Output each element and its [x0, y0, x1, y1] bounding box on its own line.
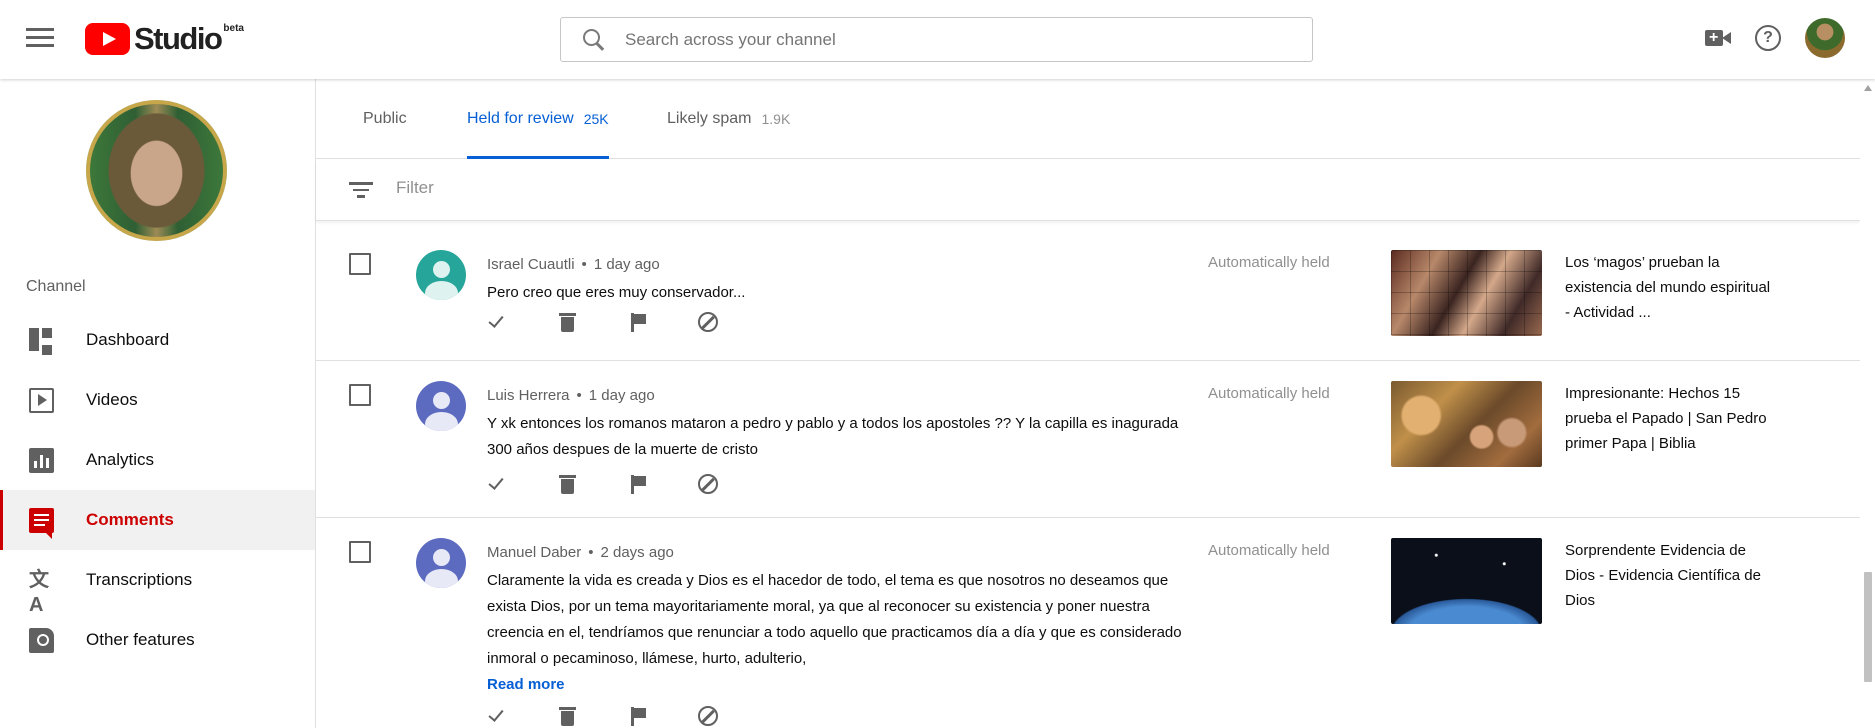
- comment-checkbox[interactable]: [349, 253, 371, 275]
- sidebar-nav: Dashboard Videos Analytics Comments 文A T…: [0, 310, 315, 670]
- read-more-link[interactable]: Read more: [487, 676, 565, 693]
- flag-icon[interactable]: [627, 311, 649, 333]
- sidebar-item-label: Comments: [86, 510, 174, 529]
- sidebar-item-comments[interactable]: Comments: [0, 490, 315, 550]
- sidebar: Channel Dashboard Videos Analytics Comme…: [0, 79, 316, 728]
- beta-badge: beta: [223, 22, 244, 34]
- video-thumbnail[interactable]: [1391, 538, 1542, 624]
- youtube-logo-icon: [85, 23, 130, 55]
- video-title[interactable]: Sorprendente Evidencia de Dios - Evidenc…: [1565, 538, 1775, 613]
- comment-meta: Luis Herrera • 1 day ago: [487, 387, 655, 404]
- comment-meta: Manuel Daber • 2 days ago: [487, 544, 674, 561]
- avatar: [416, 538, 466, 588]
- comment-meta: Israel Cuautli • 1 day ago: [487, 256, 660, 273]
- comment-text: Y xk entonces los romanos mataron a pedr…: [487, 415, 1179, 458]
- comment-author[interactable]: Manuel Daber: [487, 544, 581, 561]
- create-video-icon[interactable]: +: [1705, 29, 1731, 47]
- sidebar-item-transcriptions[interactable]: 文A Transcriptions: [0, 550, 315, 616]
- tab-label: Likely spam: [667, 110, 752, 127]
- sidebar-item-label: Videos: [86, 390, 138, 409]
- block-icon[interactable]: [697, 473, 719, 495]
- tab-count: 25K: [583, 111, 609, 127]
- flag-icon[interactable]: [627, 473, 649, 495]
- search-icon: [583, 28, 605, 51]
- delete-icon[interactable]: [557, 705, 579, 727]
- sidebar-item-dashboard[interactable]: Dashboard: [0, 310, 315, 370]
- channel-avatar[interactable]: [86, 100, 227, 241]
- tab-likely-spam[interactable]: Likely spam 1.9K: [667, 79, 790, 159]
- avatar: [416, 250, 466, 300]
- comment-author[interactable]: Israel Cuautli: [487, 256, 575, 273]
- video-thumbnail[interactable]: [1391, 381, 1542, 467]
- comment-time[interactable]: 1 day ago: [589, 387, 655, 404]
- tab-held-for-review[interactable]: Held for review 25K: [467, 79, 609, 159]
- dashboard-icon: [29, 327, 54, 355]
- comment-text: Claramente la vida es creada y Dios es e…: [487, 572, 1182, 667]
- comment-tabs: Public Held for review 25K Likely spam 1…: [316, 79, 1860, 159]
- comment-row: Manuel Daber • 2 days ago Claramente la vi…: [316, 518, 1860, 728]
- sidebar-item-analytics[interactable]: Analytics: [0, 430, 315, 490]
- sidebar-item-label: Other features: [86, 630, 195, 649]
- sidebar-item-label: Analytics: [86, 450, 155, 469]
- tab-label: Public: [363, 110, 407, 127]
- search-input[interactable]: [625, 29, 1265, 50]
- video-title[interactable]: Impresionante: Hechos 15 prueba el Papad…: [1565, 381, 1775, 456]
- comment-status: Automatically held: [1208, 385, 1330, 402]
- scroll-up-icon[interactable]: [1864, 85, 1872, 91]
- scrollbar[interactable]: [1860, 79, 1875, 728]
- filter-bar: [316, 160, 1860, 221]
- channel-section-label: Channel: [26, 278, 86, 295]
- videos-icon: [29, 387, 54, 413]
- filter-input[interactable]: [396, 178, 996, 198]
- comment-checkbox[interactable]: [349, 384, 371, 406]
- comment-row: Luis Herrera • 1 day ago Y xk entonces los…: [316, 361, 1860, 518]
- flag-icon[interactable]: [627, 705, 649, 727]
- search-box[interactable]: [560, 17, 1313, 62]
- comment-actions: [487, 705, 767, 727]
- video-title[interactable]: Los ‘magos’ prueban la existencia del mu…: [1565, 250, 1775, 325]
- approve-icon[interactable]: [487, 473, 509, 495]
- comment-status: Automatically held: [1208, 542, 1330, 559]
- comment-checkbox[interactable]: [349, 541, 371, 563]
- help-icon[interactable]: ?: [1755, 25, 1781, 51]
- block-icon[interactable]: [697, 311, 719, 333]
- analytics-icon: [29, 447, 54, 473]
- comment-actions: [487, 311, 767, 333]
- comments-icon: [29, 507, 54, 539]
- delete-icon[interactable]: [557, 473, 579, 495]
- scroll-thumb[interactable]: [1864, 572, 1872, 682]
- video-thumbnail[interactable]: [1391, 250, 1542, 336]
- tab-count: 1.9K: [761, 111, 791, 127]
- comment-text: Pero creo que eres muy conservador...: [487, 284, 746, 301]
- avatar: [416, 381, 466, 431]
- block-icon[interactable]: [697, 705, 719, 727]
- studio-logo[interactable]: Studio beta: [85, 21, 244, 56]
- comment-row: Israel Cuautli • 1 day ago Pero creo que e…: [316, 230, 1860, 361]
- comment-time[interactable]: 1 day ago: [594, 256, 660, 273]
- transcriptions-icon: 文A: [29, 568, 49, 616]
- account-avatar[interactable]: [1805, 18, 1845, 58]
- top-bar: Studio beta + ?: [0, 0, 1875, 79]
- comment-status: Automatically held: [1208, 254, 1330, 271]
- sidebar-item-label: Dashboard: [86, 330, 170, 349]
- main-content: Public Held for review 25K Likely spam 1…: [316, 79, 1860, 728]
- tab-public[interactable]: Public: [363, 79, 407, 159]
- sidebar-item-other-features[interactable]: Other features: [0, 610, 315, 670]
- filter-icon[interactable]: [349, 182, 373, 198]
- other-features-icon: [29, 627, 54, 653]
- comment-author[interactable]: Luis Herrera: [487, 387, 570, 404]
- menu-icon[interactable]: [26, 28, 54, 50]
- delete-icon[interactable]: [557, 311, 579, 333]
- approve-icon[interactable]: [487, 311, 509, 333]
- tab-label: Held for review: [467, 110, 574, 127]
- sidebar-item-label: Transcriptions: [86, 570, 193, 589]
- studio-label: Studio: [134, 21, 223, 56]
- top-actions: + ?: [1705, 18, 1845, 58]
- sidebar-item-videos[interactable]: Videos: [0, 370, 315, 430]
- comment-actions: [487, 473, 767, 495]
- approve-icon[interactable]: [487, 705, 509, 727]
- comment-time[interactable]: 2 days ago: [600, 544, 673, 561]
